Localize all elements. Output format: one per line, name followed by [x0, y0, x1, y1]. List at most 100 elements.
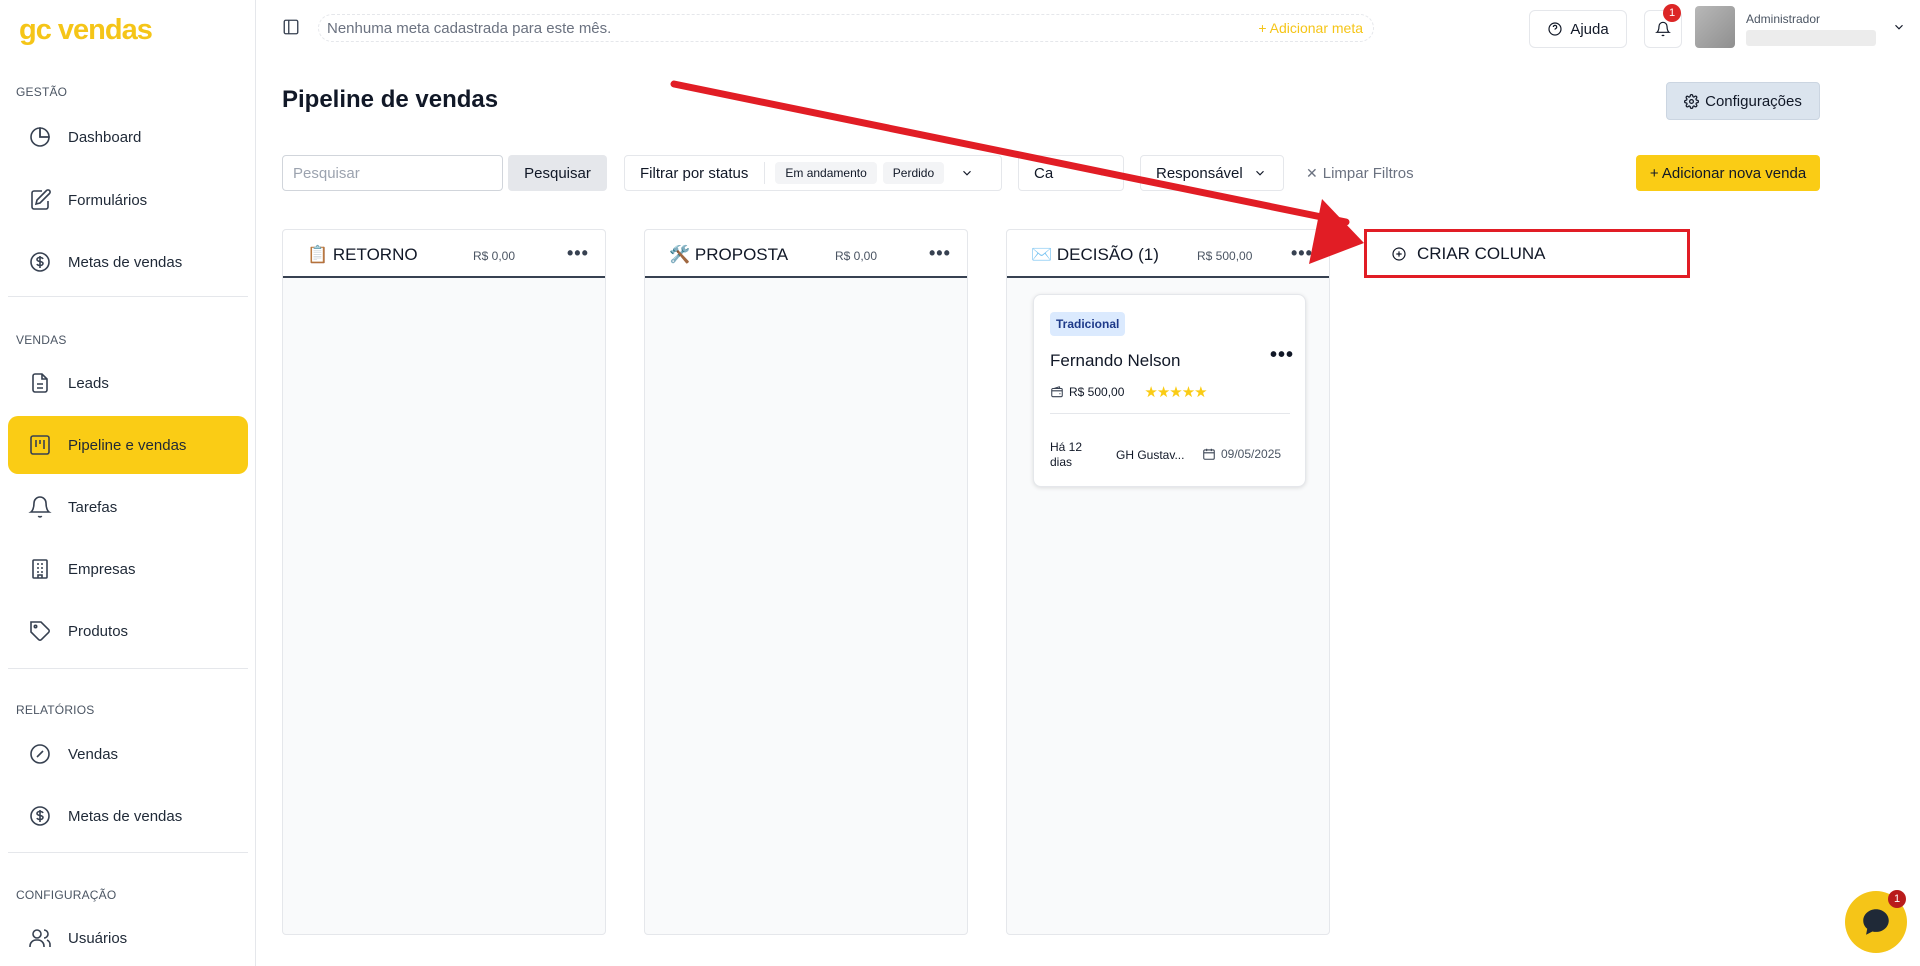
pipeline-column-proposta: 🛠️ PROPOSTA R$ 0,00 ••• [644, 229, 968, 935]
sidebar-item-usuarios[interactable]: Usuários [8, 909, 248, 966]
plus-circle-icon [1392, 246, 1406, 261]
sidebar-item-produtos[interactable]: Produtos [8, 602, 248, 660]
column-amount: R$ 0,00 [473, 249, 516, 263]
column-title: 📋 RETORNO [307, 245, 418, 264]
chevron-down-icon[interactable] [1892, 20, 1906, 34]
sidebar-item-empresas[interactable]: Empresas [8, 540, 248, 598]
pipeline-column-retorno: 📋 RETORNO R$ 0,00 ••• [282, 229, 606, 935]
page-title: Pipeline de vendas [282, 86, 499, 113]
bell-icon [1655, 21, 1671, 37]
status-filter[interactable]: Filtrar por status Em andamento Perdido [624, 155, 1002, 191]
sidebar-item-formularios[interactable]: Formulários [8, 171, 248, 229]
user-name-redacted [1746, 30, 1876, 46]
sidebar-item-label: Leads [68, 374, 109, 392]
add-goal-link[interactable]: + Adicionar meta [1258, 20, 1363, 36]
more-horizontal-icon[interactable]: ••• [1270, 344, 1294, 367]
deal-age: Há 12 dias [1050, 440, 1083, 469]
sidebar-divider [8, 668, 248, 669]
help-button[interactable]: Ajuda [1529, 10, 1627, 48]
responsible-filter-label: Responsável [1156, 164, 1243, 182]
responsible-filter-dropdown[interactable]: Responsável [1140, 155, 1284, 191]
sidebar-item-pipeline[interactable]: Pipeline e vendas [8, 416, 248, 474]
bell-icon [28, 495, 52, 519]
category-filter-dropdown[interactable]: Ca [1018, 155, 1124, 191]
topbar: Nenhuma meta cadastrada para este mês. +… [256, 0, 1920, 56]
configuracoes-label: Configurações [1705, 92, 1802, 110]
app-logo[interactable]: gc vendas [19, 14, 153, 47]
sidebar-divider [8, 296, 248, 297]
chevron-down-icon[interactable] [960, 166, 974, 180]
column-header[interactable]: ✉️ DECISÃO (1) R$ 500,00 ••• [1007, 230, 1329, 278]
more-horizontal-icon[interactable]: ••• [567, 243, 589, 264]
more-horizontal-icon[interactable]: ••• [1291, 243, 1313, 264]
sidebar-item-dashboard[interactable]: Dashboard [8, 108, 248, 166]
sales-goal-bar: Nenhuma meta cadastrada para este mês. +… [318, 14, 1374, 42]
column-header[interactable]: 📋 RETORNO R$ 0,00 ••• [283, 230, 605, 278]
create-column-label: CRIAR COLUNA [1417, 243, 1546, 263]
deal-rating-stars[interactable]: ★★★★★ [1144, 383, 1207, 401]
section-title-gestao: GESTÃO [16, 85, 68, 99]
add-sale-button[interactable]: + Adicionar nova venda [1636, 155, 1820, 191]
sidebar-item-metas-gestao[interactable]: Metas de vendas [8, 233, 248, 291]
status-chip-em-andamento[interactable]: Em andamento [775, 162, 877, 184]
building-icon [28, 557, 52, 581]
deal-owner: GH Gustav... [1116, 448, 1185, 462]
status-filter-label: Filtrar por status [640, 164, 749, 182]
column-title: 🛠️ PROPOSTA [669, 245, 789, 264]
search-input[interactable] [282, 155, 503, 191]
column-header[interactable]: 🛠️ PROPOSTA R$ 0,00 ••• [645, 230, 967, 278]
goal-status-text: Nenhuma meta cadastrada para este mês. [327, 19, 612, 37]
status-chip-perdido[interactable]: Perdido [882, 162, 945, 184]
search-button[interactable]: Pesquisar [508, 155, 607, 191]
configuracoes-button[interactable]: Configurações [1666, 82, 1820, 120]
deal-value-row: R$ 500,00 ★★★★★ [1050, 383, 1208, 401]
sidebar-item-label: Dashboard [68, 128, 142, 146]
deal-type-badge: Tradicional [1050, 312, 1126, 336]
deal-card[interactable]: Tradicional Fernando Nelson ••• R$ 500,0… [1033, 294, 1306, 487]
dollar-circle-icon [28, 250, 52, 274]
help-circle-icon [1548, 22, 1562, 36]
help-label: Ajuda [1570, 20, 1609, 38]
chevron-down-icon [1253, 166, 1267, 180]
deal-date: 09/05/2025 [1221, 447, 1282, 461]
sidebar-toggle-icon[interactable] [282, 18, 302, 38]
sidebar-item-label: Tarefas [68, 498, 118, 516]
avatar[interactable] [1695, 6, 1735, 48]
sidebar-item-label: Empresas [68, 560, 136, 578]
more-horizontal-icon[interactable]: ••• [929, 243, 951, 264]
users-icon [28, 926, 52, 950]
calendar-icon [1203, 448, 1215, 460]
section-title-vendas: VENDAS [16, 333, 67, 347]
close-icon: ✕ [1306, 165, 1318, 181]
tag-icon [28, 619, 52, 643]
sidebar-item-relatorio-metas[interactable]: Metas de vendas [8, 787, 248, 845]
kanban-icon [28, 433, 52, 457]
gear-icon [1684, 93, 1700, 109]
document-icon [28, 371, 52, 395]
sidebar-item-relatorio-vendas[interactable]: Vendas [8, 725, 248, 783]
section-title-configuracao: CONFIGURAÇÃO [16, 888, 117, 902]
form-edit-icon [28, 188, 52, 212]
card-divider [1050, 413, 1290, 414]
sidebar-divider [8, 852, 248, 853]
status-filter-separator [764, 162, 766, 184]
sidebar-item-label: Usuários [68, 929, 128, 947]
clear-filters-button[interactable]: ✕ Limpar Filtros [1306, 165, 1414, 182]
gauge-icon [28, 742, 52, 766]
deal-date-row: 09/05/2025 [1202, 447, 1281, 461]
deal-value: R$ 500,00 [1069, 385, 1125, 399]
clear-filters-label: Limpar Filtros [1322, 165, 1414, 182]
sidebar-item-label: Produtos [68, 622, 129, 640]
sidebar: gc vendas GESTÃO Dashboard Formulários M… [0, 0, 256, 966]
user-role: Administrador [1746, 12, 1821, 26]
create-column-button[interactable]: CRIAR COLUNA [1364, 229, 1690, 278]
dollar-circle-icon [28, 804, 52, 828]
notification-count-badge: 1 [1663, 4, 1681, 22]
sidebar-item-leads[interactable]: Leads [8, 354, 248, 412]
sidebar-item-tarefas[interactable]: Tarefas [8, 478, 248, 536]
sidebar-item-label: Pipeline e vendas [68, 436, 187, 454]
column-title: ✉️ DECISÃO (1) [1031, 245, 1159, 264]
pipeline-column-decisao: ✉️ DECISÃO (1) R$ 500,00 ••• Tradicional… [1006, 229, 1330, 935]
column-amount: R$ 0,00 [835, 249, 878, 263]
chat-unread-badge: 1 [1888, 890, 1906, 908]
